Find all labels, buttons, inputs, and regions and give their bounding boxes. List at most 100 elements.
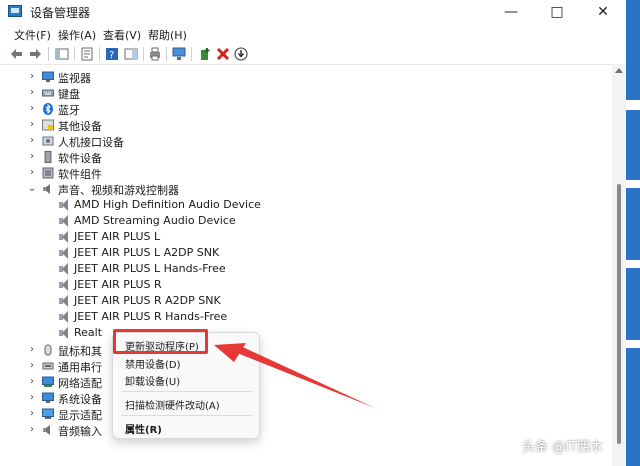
display-adapter-icon — [42, 408, 54, 419]
chevron-right-icon[interactable]: › — [27, 374, 37, 390]
chevron-right-icon[interactable]: › — [27, 342, 37, 358]
help-icon[interactable]: ? — [105, 47, 119, 61]
chevron-right-icon[interactable]: › — [27, 406, 37, 422]
chevron-down-icon[interactable]: ⌄ — [27, 181, 37, 197]
keyboard-icon — [42, 89, 54, 97]
speaker-icon — [59, 199, 69, 211]
audio-device-item[interactable]: JEET AIR PLUS L Hands-Free — [0, 261, 612, 277]
audio-device-item[interactable]: AMD Streaming Audio Device — [0, 213, 612, 229]
audio-device-label: JEET AIR PLUS R Hands-Free — [74, 310, 228, 323]
tree-item-audio-inputs[interactable]: › 音频输入 — [0, 422, 612, 438]
context-properties[interactable]: 属性(R) — [125, 421, 162, 436]
chevron-right-icon[interactable]: › — [27, 133, 37, 149]
menu-action[interactable]: 操作(A) — [58, 27, 96, 43]
minimize-button[interactable]: — — [488, 0, 534, 24]
toolbar-separator — [143, 47, 144, 61]
tree-item-network-adapters[interactable]: › 网络适配 — [0, 374, 612, 390]
tree-item-display-adapters[interactable]: › 显示适配 — [0, 406, 612, 422]
scroll-up-icon[interactable] — [615, 68, 623, 73]
tree-item-monitors[interactable]: › 监视器 — [0, 69, 612, 85]
tree-item-mice[interactable]: › 鼠标和其 — [0, 342, 612, 358]
context-uninstall-device[interactable]: 卸载设备(U) — [125, 373, 180, 388]
toolbar-separator — [166, 47, 167, 61]
audio-device-item-selected[interactable]: Realt — [0, 325, 612, 341]
bluetooth-icon — [43, 103, 53, 115]
tree-item-software-devices[interactable]: › 软件设备 — [0, 149, 612, 165]
unknown-device-icon — [42, 119, 54, 131]
tree-item-bluetooth[interactable]: › 蓝牙 — [0, 101, 612, 117]
menu-help[interactable]: 帮助(H) — [148, 27, 187, 43]
update-driver-icon[interactable] — [198, 47, 212, 61]
speaker-icon — [59, 295, 69, 307]
audio-device-label: AMD Streaming Audio Device — [74, 214, 236, 227]
monitor-icon — [42, 71, 54, 82]
audio-device-label: JEET AIR PLUS L Hands-Free — [74, 262, 226, 275]
chevron-right-icon[interactable]: › — [27, 117, 37, 133]
device-manager-window: 设备管理器 — □ ✕ 文件(F) 操作(A) 查看(V) 帮助(H) ? › — [0, 0, 626, 466]
audio-device-item[interactable]: JEET AIR PLUS L — [0, 229, 612, 245]
tree-item-hid[interactable]: › 人机接口设备 — [0, 133, 612, 149]
scan-hardware-icon[interactable] — [172, 47, 186, 61]
print-icon[interactable] — [148, 47, 162, 61]
tree-item-label: 声音、视频和游戏控制器 — [58, 184, 179, 197]
vertical-scrollbar[interactable] — [612, 64, 626, 466]
tree-item-sound-video-game[interactable]: ⌄ 声音、视频和游戏控制器 — [0, 181, 612, 197]
tree-item-keyboards[interactable]: › 键盘 — [0, 85, 612, 101]
device-manager-icon — [8, 5, 22, 17]
chevron-right-icon[interactable]: › — [27, 165, 37, 181]
tree-item-label: 鼠标和其 — [58, 345, 102, 358]
audio-device-item[interactable]: JEET AIR PLUS R A2DP SNK — [0, 293, 612, 309]
background-fragment — [626, 260, 640, 268]
audio-device-label: JEET AIR PLUS L — [74, 230, 161, 243]
chevron-right-icon[interactable]: › — [27, 85, 37, 101]
tree-item-label: 人机接口设备 — [58, 136, 124, 149]
background-fragment — [626, 100, 640, 110]
audio-input-icon — [43, 425, 50, 435]
speaker-icon — [59, 327, 69, 339]
toolbar: ? — [0, 44, 626, 65]
show-hide-tree-icon[interactable] — [55, 47, 69, 61]
system-device-icon — [42, 392, 54, 403]
scrollbar-thumb[interactable] — [617, 184, 621, 444]
audio-device-item[interactable]: AMD High Definition Audio Device — [0, 197, 612, 213]
chevron-right-icon[interactable]: › — [27, 390, 37, 406]
svg-text:?: ? — [109, 50, 114, 61]
context-scan-hardware[interactable]: 扫描检测硬件改动(A) — [125, 397, 220, 412]
chevron-right-icon[interactable]: › — [27, 358, 37, 374]
chevron-right-icon[interactable]: › — [27, 422, 37, 438]
context-disable-device[interactable]: 禁用设备(D) — [125, 356, 181, 371]
back-icon[interactable] — [10, 47, 24, 61]
audio-device-item[interactable]: JEET AIR PLUS R Hands-Free — [0, 309, 612, 325]
toolbar-separator — [191, 47, 192, 61]
mouse-icon — [44, 344, 52, 356]
menu-view[interactable]: 查看(V) — [103, 27, 141, 43]
toolbar-separator — [48, 47, 49, 61]
properties-icon[interactable] — [80, 47, 94, 61]
close-button[interactable]: ✕ — [580, 0, 626, 24]
tree-item-software-components[interactable]: › 软件组件 — [0, 165, 612, 181]
audio-device-item[interactable]: JEET AIR PLUS L A2DP SNK — [0, 245, 612, 261]
tree-item-label: 音频输入 — [58, 425, 102, 438]
toolbar-separator — [74, 47, 75, 61]
tree-item-other-devices[interactable]: › 其他设备 — [0, 117, 612, 133]
menu-file[interactable]: 文件(F) — [14, 27, 51, 43]
uninstall-icon[interactable] — [216, 47, 230, 61]
audio-device-item[interactable]: JEET AIR PLUS R — [0, 277, 612, 293]
maximize-button[interactable]: □ — [534, 0, 580, 24]
audio-device-label: JEET AIR PLUS R — [74, 278, 162, 291]
chevron-right-icon[interactable]: › — [27, 101, 37, 117]
tree-item-label: 软件组件 — [58, 168, 102, 181]
action-pane-icon[interactable] — [124, 47, 138, 61]
chevron-right-icon[interactable]: › — [27, 149, 37, 165]
background-fragment — [626, 340, 640, 348]
context-separator — [121, 415, 253, 416]
software-device-icon — [44, 151, 52, 163]
tree-item-usb[interactable]: › 通用串行 — [0, 358, 612, 374]
usb-icon — [42, 362, 54, 370]
chevron-right-icon[interactable]: › — [27, 69, 37, 85]
hid-icon — [42, 136, 54, 146]
tree-item-system-devices[interactable]: › 系统设备 — [0, 390, 612, 406]
forward-icon[interactable] — [28, 47, 42, 61]
watermark: 头条 @IT西木 — [522, 440, 603, 455]
disable-device-icon[interactable] — [234, 47, 248, 61]
